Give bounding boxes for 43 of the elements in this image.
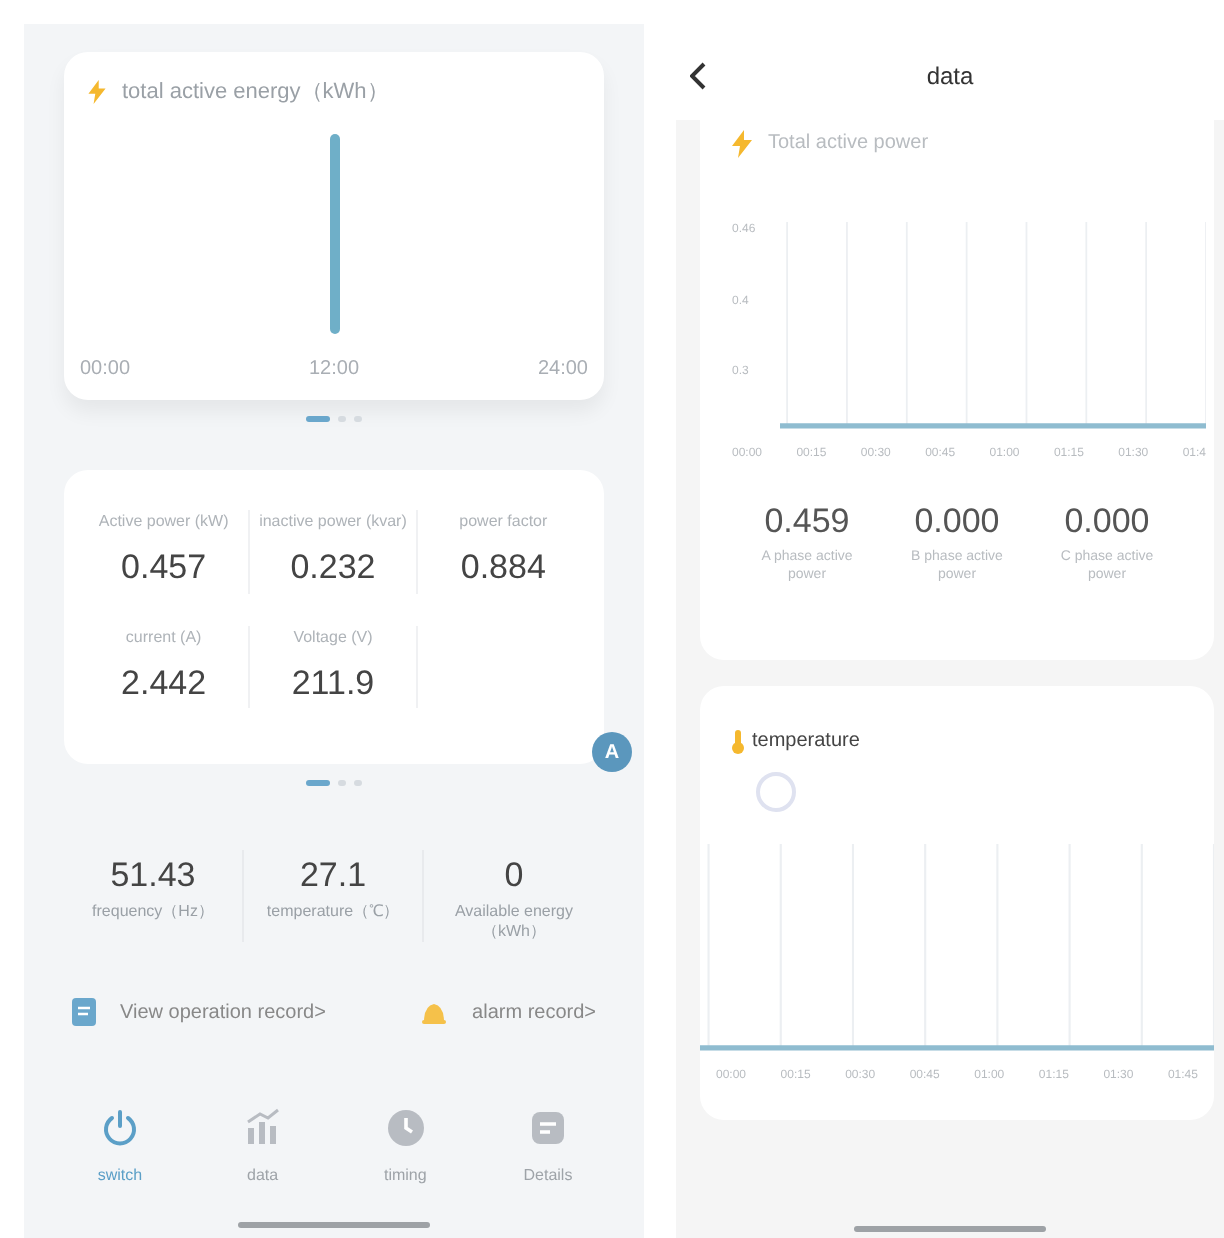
axis-label: 12:00: [308, 356, 360, 384]
lightning-icon: [732, 129, 752, 157]
card-title: Total active power: [768, 130, 929, 158]
metric-label: Active power (kW): [98, 510, 229, 534]
page-title: data: [926, 59, 974, 93]
metric-label: current (A): [125, 625, 202, 649]
stat-label: temperature（℃）: [264, 901, 402, 921]
record-link[interactable]: View operation record>: [72, 997, 326, 1027]
thermometer-icon: [732, 729, 744, 753]
stat-value: 51.43: [110, 854, 196, 898]
card-title: total active energy（kWh）: [122, 78, 389, 108]
mode-badge: A: [592, 732, 632, 772]
lightning-icon: [88, 80, 106, 105]
phase-value: 0.459: [764, 500, 850, 544]
stat-value: 27.1: [299, 854, 367, 898]
metric-value: 2.442: [121, 661, 207, 705]
record-link[interactable]: alarm record>: [420, 997, 596, 1027]
back-icon[interactable]: [690, 61, 706, 89]
metric-value: 0.457: [121, 546, 207, 590]
phase-value: 0.000: [914, 500, 1000, 544]
metric-label: Voltage (V): [293, 625, 373, 649]
stat-label: frequency（Hz）: [90, 901, 216, 921]
axis-label: 00:00: [80, 356, 131, 384]
metric-value: 211.9: [291, 661, 375, 705]
metric-value: 0.232: [290, 546, 376, 590]
phase-value: 0.000: [1064, 500, 1150, 544]
nav-tab[interactable]: Details: [499, 1107, 596, 1187]
power-icon: [100, 1107, 140, 1147]
nav-tab[interactable]: data: [214, 1107, 311, 1187]
metric-label: inactive power (kvar): [259, 510, 407, 534]
metric-value: 0.884: [460, 546, 546, 590]
document-icon: [527, 1107, 568, 1147]
document-icon: [72, 998, 96, 1026]
bell-icon: [420, 999, 449, 1025]
nav-tab[interactable]: switch: [72, 1107, 168, 1187]
card-title: temperature: [752, 728, 860, 756]
nav-tab[interactable]: timing: [357, 1107, 454, 1187]
metric-label: power factor: [459, 510, 548, 534]
axis-label: 24:00: [537, 356, 588, 384]
stat-label: Available energy（kWh）: [452, 901, 575, 941]
stat-value: 0: [504, 854, 524, 898]
bar-chart-icon: [242, 1107, 283, 1147]
clock-icon: [385, 1107, 426, 1147]
